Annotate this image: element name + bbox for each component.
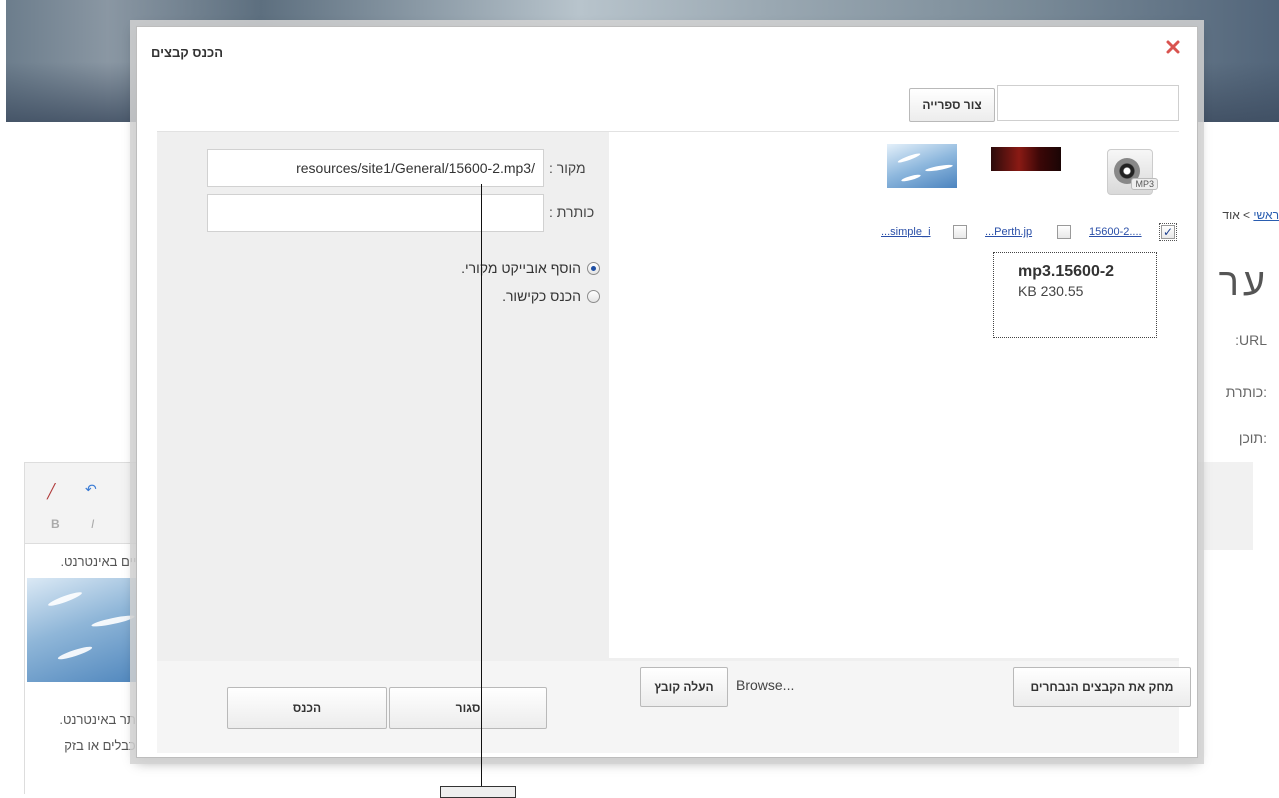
file-info-box: mp3.15600-2 KB 230.55 [993, 252, 1157, 338]
browse-file-input[interactable]: Browse... [736, 677, 794, 693]
source-label: מקור : [549, 160, 586, 176]
title-label: כותרת : [549, 204, 595, 220]
content-image [27, 578, 145, 682]
annotation-box [440, 786, 516, 798]
radio-add-object-label: הוסף אובייקט מקורי. [461, 260, 581, 276]
content-text: אתר באינטרנט. [59, 712, 144, 727]
file-checkbox[interactable] [1057, 225, 1071, 239]
annotation-line [481, 184, 482, 788]
birds-image-thumbnail[interactable] [887, 140, 957, 204]
file-properties-panel: resources/site1/General/15600-2.mp3/ מקו… [157, 132, 608, 662]
folder-name-input[interactable] [997, 85, 1179, 121]
undo-icon[interactable]: ↶ [85, 481, 97, 498]
file-browser: MP3 15600-2.... ✓ ...Perth.jp ...simple_… [609, 132, 1179, 658]
content-label: תוכן: [1238, 430, 1267, 446]
editor-content: קיים באינטרנט. אתר באינטרנט. הכבלים או ב… [24, 544, 145, 794]
mp3-file-icon[interactable]: MP3 [1095, 140, 1165, 204]
italic-icon[interactable]: I [91, 517, 94, 531]
breadcrumb-current: > אוד [1222, 208, 1254, 222]
file-info-size: KB 230.55 [1018, 283, 1084, 299]
upload-file-button[interactable]: העלה קובץ [640, 667, 728, 707]
breadcrumb: ראשי > אוד [1222, 208, 1279, 222]
close-button[interactable]: סגור [389, 687, 547, 729]
close-icon[interactable] [1165, 39, 1181, 55]
dialog-title: הכנס קבצים [151, 45, 224, 60]
pencil-icon[interactable]: ╱ [47, 483, 55, 500]
dialog-content: resources/site1/General/15600-2.mp3/ מקו… [157, 131, 1179, 661]
radio-insert-link[interactable]: הכנס כקישור. [502, 288, 600, 304]
bold-icon[interactable]: B [51, 517, 60, 531]
radio-insert-link-label: הכנס כקישור. [502, 288, 581, 304]
insert-button[interactable]: הכנס [227, 687, 387, 729]
url-label: :URL [1235, 332, 1267, 348]
source-field[interactable]: resources/site1/General/15600-2.mp3/ [207, 149, 544, 187]
file-tile[interactable]: ...Perth.jp [985, 140, 1071, 250]
radio-button[interactable] [587, 290, 600, 303]
breadcrumb-home-link[interactable]: ראשי [1253, 208, 1279, 222]
file-tile[interactable]: MP3 15600-2.... ✓ [1089, 140, 1177, 250]
title-label: כותרת: [1225, 384, 1267, 400]
file-tile[interactable]: ...simple_i [881, 140, 967, 250]
file-checkbox[interactable]: ✓ [1159, 223, 1177, 241]
file-info-name: mp3.15600-2 [1018, 263, 1115, 280]
page-heading: ער [1218, 262, 1269, 304]
perth-image-thumbnail[interactable] [991, 140, 1061, 204]
editor-toolbar: ╱ ↶ B I [24, 462, 144, 544]
dialog-footer: מחק את הקבצים הנבחרים Browse... העלה קוב… [157, 661, 1191, 753]
file-checkbox[interactable] [953, 225, 967, 239]
content-text: הכבלים או בזק [64, 738, 144, 753]
title-field[interactable] [207, 194, 544, 232]
content-text: קיים באינטרנט. [60, 554, 144, 569]
delete-selected-button[interactable]: מחק את הקבצים הנבחרים [1013, 667, 1191, 707]
radio-button-selected[interactable] [587, 262, 600, 275]
insert-files-dialog: הכנס קבצים צור ספרייה resources/site1/Ge… [136, 26, 1198, 758]
create-folder-button[interactable]: צור ספרייה [909, 88, 995, 122]
